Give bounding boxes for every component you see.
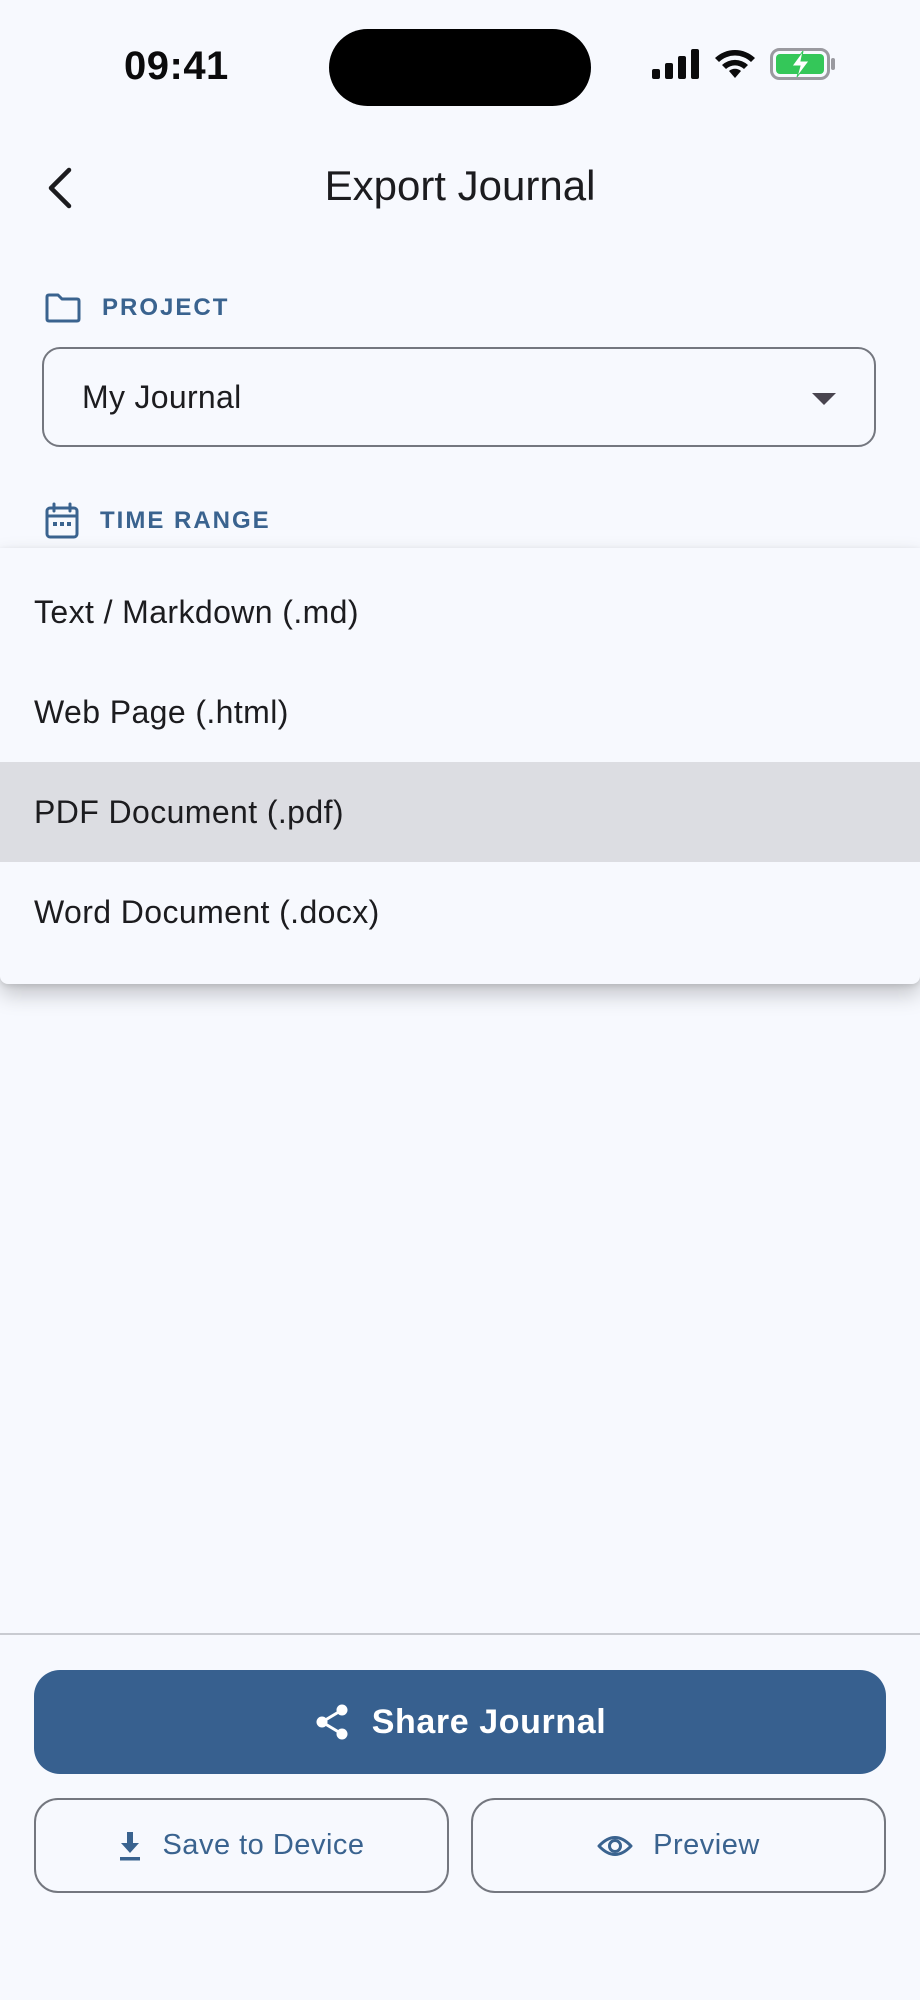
save-to-device-label: Save to Device — [162, 1829, 365, 1861]
save-to-device-button[interactable]: Save to Device — [34, 1798, 449, 1893]
folder-icon — [45, 293, 81, 323]
dynamic-island — [329, 29, 591, 106]
project-selected-value: My Journal — [82, 378, 242, 415]
menu-item-markdown[interactable]: Text / Markdown (.md) — [0, 562, 920, 662]
preview-button[interactable]: Preview — [471, 1798, 886, 1893]
caret-down-icon — [812, 393, 836, 405]
project-label: PROJECT — [102, 294, 230, 321]
eye-icon — [597, 1835, 633, 1856]
status-time: 09:41 — [124, 44, 229, 88]
wifi-icon — [715, 50, 755, 78]
format-dropdown-menu: Text / Markdown (.md) Web Page (.html) P… — [0, 548, 920, 984]
project-select[interactable]: My Journal — [42, 347, 876, 447]
share-icon — [316, 1704, 348, 1740]
preview-label: Preview — [653, 1829, 760, 1861]
battery-charging-icon — [770, 48, 835, 80]
calendar-icon — [45, 502, 79, 539]
share-journal-button[interactable]: Share Journal — [34, 1670, 886, 1774]
download-icon — [120, 1831, 141, 1860]
status-icons — [652, 48, 836, 80]
export-journal-screen: 09:41 Export Journal PROJECT My Journal … — [0, 0, 920, 2000]
project-section-label: PROJECT — [44, 292, 229, 324]
page-title: Export Journal — [324, 162, 596, 209]
bottom-divider — [0, 1633, 920, 1635]
menu-item-docx[interactable]: Word Document (.docx) — [0, 862, 920, 962]
menu-item-pdf[interactable]: PDF Document (.pdf) — [0, 762, 920, 862]
share-journal-label: Share Journal — [371, 1702, 607, 1741]
signal-icon — [652, 49, 699, 79]
menu-item-html[interactable]: Web Page (.html) — [0, 662, 920, 762]
time-range-section-label: TIME RANGE — [44, 502, 271, 540]
time-range-label: TIME RANGE — [100, 507, 271, 534]
